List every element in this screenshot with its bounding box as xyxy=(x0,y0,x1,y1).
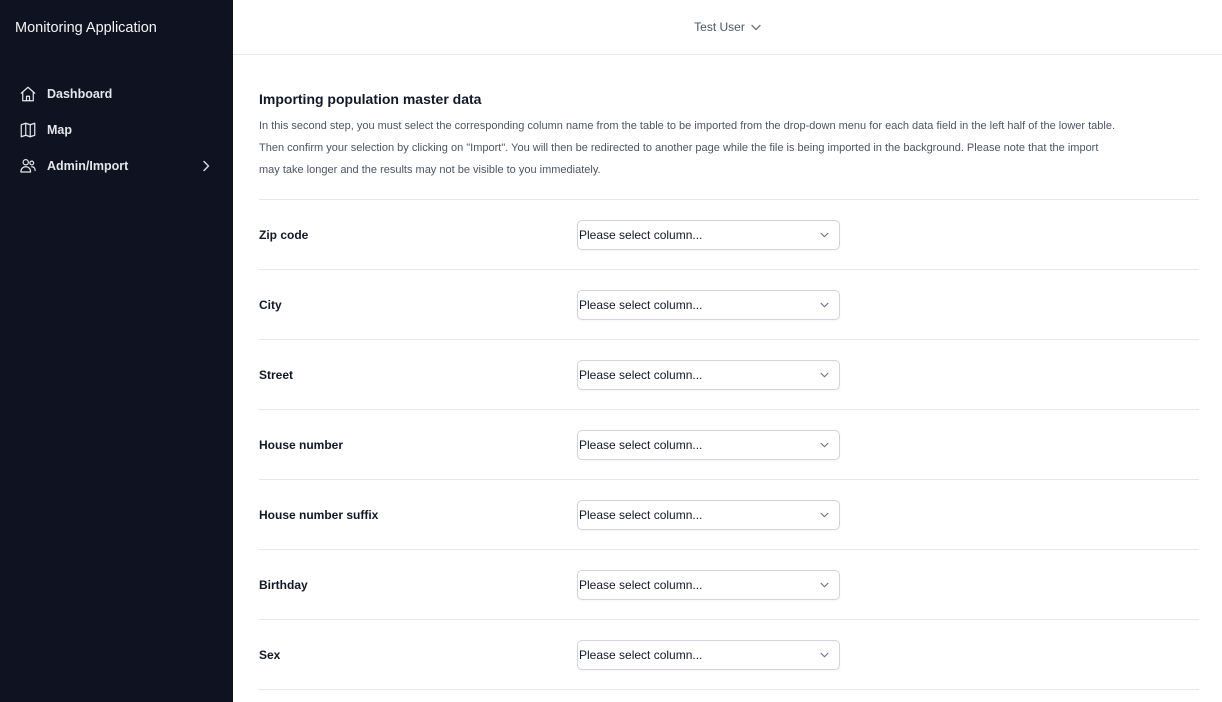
field-label: Zip code xyxy=(259,227,309,242)
field-label: House number suffix xyxy=(259,507,379,522)
app-title: Monitoring Application xyxy=(15,20,157,36)
select-value: Please select column... xyxy=(579,647,703,662)
intro-text: In this second step, you must select the… xyxy=(259,115,1199,181)
mapping-row-birthday: Birthday Please select column... xyxy=(259,550,1199,620)
select-value: Please select column... xyxy=(579,437,703,452)
app-root: Monitoring Application Dashboard Map Adm… xyxy=(0,0,1222,702)
select-value: Please select column... xyxy=(579,297,703,312)
select-value: Please select column... xyxy=(579,367,703,382)
user-name: Test User xyxy=(694,20,745,34)
intro-line: may take longer and the results may not … xyxy=(259,164,601,176)
field-label: Street xyxy=(259,367,294,382)
mapping-row-house-number: House number Please select column... xyxy=(259,410,1199,480)
select-value: Please select column... xyxy=(579,227,703,242)
users-icon xyxy=(19,157,37,175)
column-select-house-number[interactable]: Please select column... xyxy=(577,429,840,460)
chevron-down-icon xyxy=(820,372,829,378)
field-label: House number xyxy=(259,437,344,452)
mapping-row-zip-code: Zip code Please select column... xyxy=(259,200,1199,270)
field-label: Birthday xyxy=(259,577,308,592)
sidebar-item-admin-import[interactable]: Admin/Import xyxy=(0,148,233,184)
sidebar-nav: Dashboard Map Admin/Import xyxy=(0,56,233,184)
home-icon xyxy=(19,85,37,103)
chevron-down-icon xyxy=(820,512,829,518)
chevron-down-icon xyxy=(751,24,761,31)
sidebar: Monitoring Application Dashboard Map Adm… xyxy=(0,0,233,702)
page-title: Importing population master data xyxy=(259,91,482,107)
mapping-row-street: Street Please select column... xyxy=(259,340,1199,410)
select-value: Please select column... xyxy=(579,507,703,522)
mapping-row-city: City Please select column... xyxy=(259,270,1199,340)
select-value: Please select column... xyxy=(579,577,703,592)
chevron-right-icon xyxy=(201,159,211,173)
column-mapping-table: Zip code Please select column... City Pl… xyxy=(259,199,1199,690)
column-select-zip-code[interactable]: Please select column... xyxy=(577,219,840,250)
field-label: City xyxy=(259,297,282,312)
column-select-house-number-suffix[interactable]: Please select column... xyxy=(577,499,840,530)
intro-line: In this second step, you must select the… xyxy=(259,120,1116,132)
intro-line: Then confirm your selection by clicking … xyxy=(259,142,1099,154)
sidebar-item-label: Dashboard xyxy=(47,87,113,101)
chevron-down-icon xyxy=(820,442,829,448)
sidebar-item-map[interactable]: Map xyxy=(0,112,233,148)
user-menu[interactable]: Test User xyxy=(694,20,761,34)
field-label: Sex xyxy=(259,647,281,662)
chevron-down-icon xyxy=(820,582,829,588)
column-select-birthday[interactable]: Please select column... xyxy=(577,569,840,600)
column-select-street[interactable]: Please select column... xyxy=(577,359,840,390)
chevron-down-icon xyxy=(820,232,829,238)
top-bar: Test User xyxy=(233,0,1222,55)
sidebar-item-label: Map xyxy=(47,123,72,137)
chevron-down-icon xyxy=(820,302,829,308)
column-select-sex[interactable]: Please select column... xyxy=(577,639,840,670)
sidebar-item-dashboard[interactable]: Dashboard xyxy=(0,76,233,112)
mapping-row-house-number-suffix: House number suffix Please select column… xyxy=(259,480,1199,550)
map-icon xyxy=(19,121,37,139)
main-area: Test User Importing population master da… xyxy=(233,0,1222,702)
column-select-city[interactable]: Please select column... xyxy=(577,289,840,320)
mapping-row-sex: Sex Please select column... xyxy=(259,620,1199,690)
content: Importing population master data In this… xyxy=(233,55,1222,690)
sidebar-item-label: Admin/Import xyxy=(47,159,129,173)
chevron-down-icon xyxy=(820,652,829,658)
